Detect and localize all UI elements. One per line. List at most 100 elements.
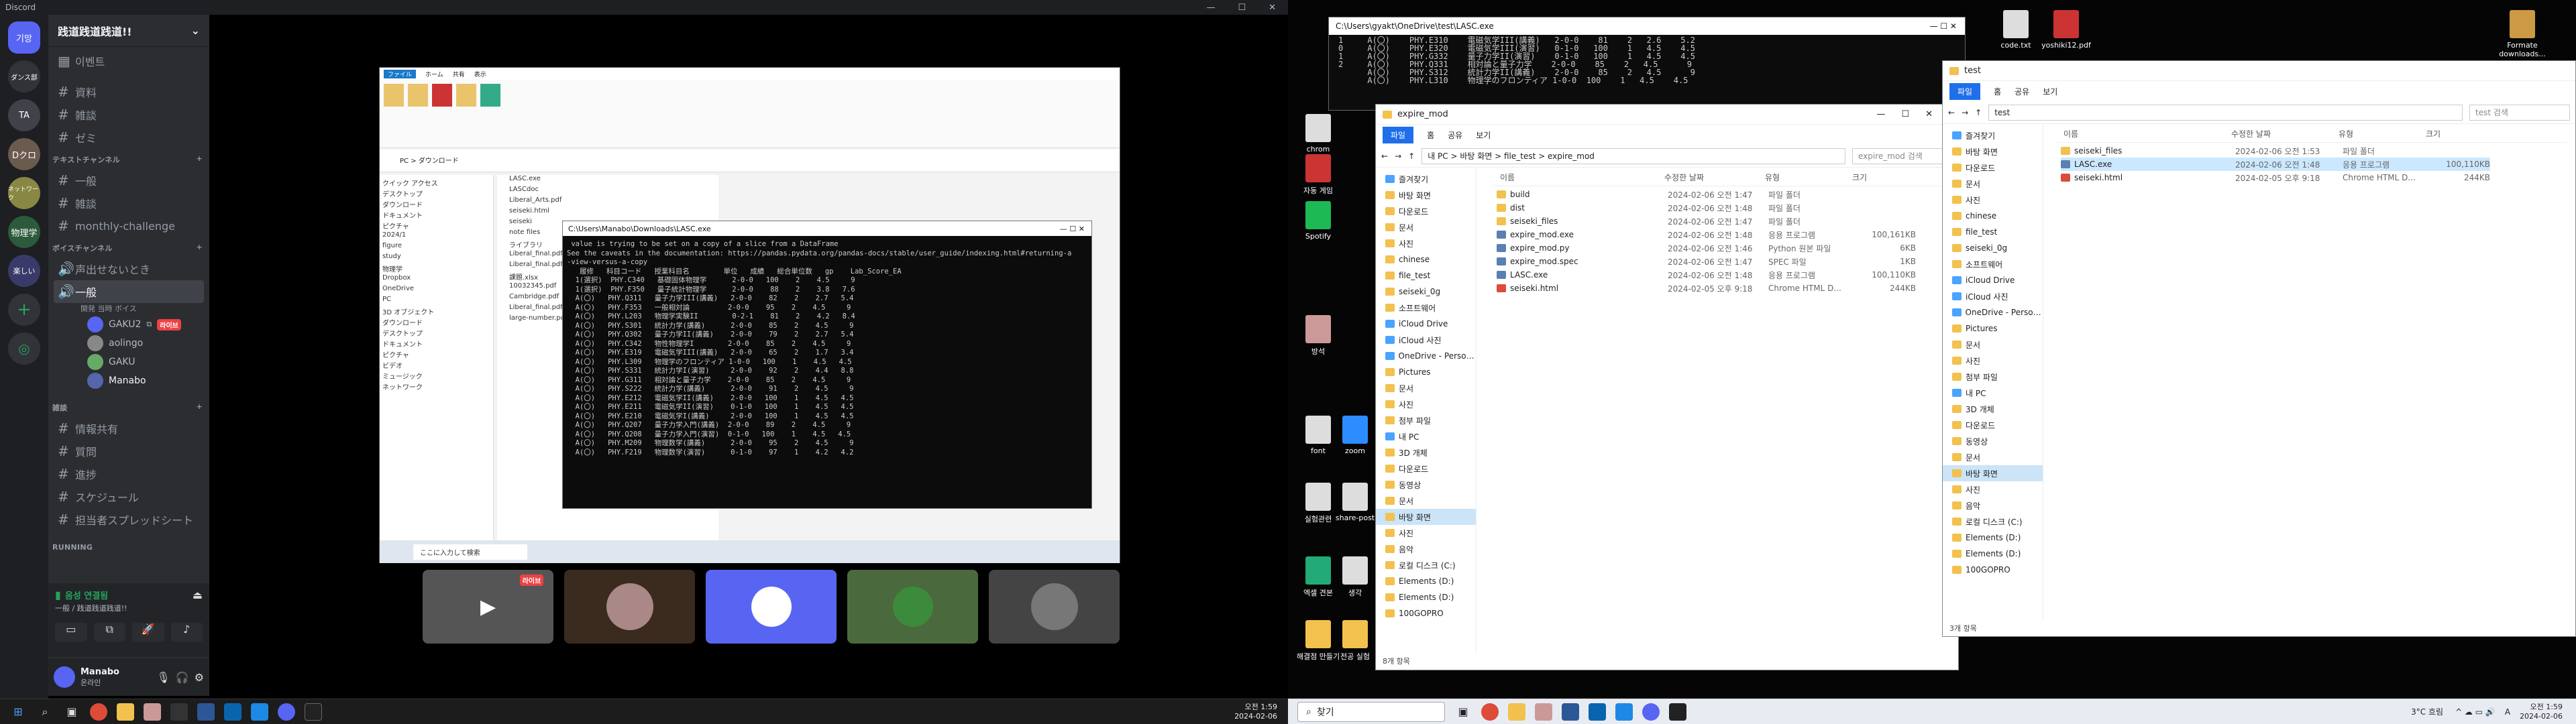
tree-item[interactable]: 2024/1 (382, 231, 490, 242)
nav-item[interactable]: 사진 (1943, 481, 2043, 497)
server-icon[interactable]: TA (8, 99, 40, 131)
maximize-icon[interactable]: ☐ (1238, 3, 1246, 13)
forward-icon[interactable]: → (1395, 152, 1401, 161)
nav-item[interactable]: iCloud Drive (1943, 272, 2043, 288)
nav-item[interactable]: 즐겨찾기 (1943, 127, 2043, 143)
nav-item[interactable]: 다운로드 (1376, 461, 1476, 477)
tree-item[interactable]: デスクトップ (382, 188, 490, 199)
channel-item[interactable]: # 資料 (48, 80, 209, 103)
console-window-right[interactable]: C:\Users\gyakt\OneDrive\test\LASC.exe — ☐… (1328, 17, 1966, 111)
server-icon[interactable]: ダンス部 (8, 60, 40, 93)
tree-item[interactable]: クイック アクセス (382, 178, 490, 188)
server-icon[interactable]: 物理学 (8, 216, 40, 248)
file-row[interactable]: LASC.exe 2024-02-06 오전 1:48 응용 프로그램 100,110… (1497, 268, 1916, 282)
ribbon-tab[interactable]: ファイル (384, 69, 417, 78)
windows-start-icon[interactable]: ⊞ (9, 703, 27, 721)
tray-icons[interactable]: ^ ☁ ▭ 🔊 (2455, 707, 2496, 717)
channel-item[interactable]: # 一般 (48, 169, 209, 192)
up-icon[interactable]: ↑ (1975, 108, 1982, 117)
up-icon[interactable]: ↑ (1408, 152, 1415, 161)
channel-item[interactable]: # 進捗 (48, 463, 209, 485)
app-icon[interactable] (144, 703, 161, 721)
voice-channel-active[interactable]: 🔊 一般 (54, 280, 204, 303)
file-row[interactable]: expire_mod.py 2024-02-06 오전 1:46 Python 원본… (1497, 241, 1916, 255)
file-row[interactable]: expire_mod.exe 2024-02-06 오전 1:48 응용 프로그램 1… (1497, 228, 1916, 241)
tree-item[interactable]: デスクトップ (382, 328, 490, 339)
task-view-icon[interactable]: ▣ (1454, 703, 1472, 721)
nav-item[interactable]: 100GOPRO (1943, 562, 2043, 578)
file-row[interactable]: seiseki.html 2024-02-05 오후 9:18 Chrome HTM… (1497, 282, 1916, 295)
participant-tile[interactable]: ▶ 라이브 (423, 570, 553, 644)
taskbar-search[interactable]: ⌕ 찾기 (1297, 701, 1445, 722)
add-server-icon[interactable]: + (8, 294, 40, 326)
nav-item[interactable]: 바탕 화면 (1376, 187, 1476, 203)
channel-item[interactable]: # 質問 (48, 440, 209, 463)
nav-item[interactable]: 바탕 화면 (1376, 509, 1476, 525)
nav-item[interactable]: 문서 (1376, 493, 1476, 509)
tree-item[interactable]: PC (382, 296, 490, 306)
soundboard-button[interactable]: ♪ (170, 623, 203, 642)
voice-user[interactable]: Manabo (48, 371, 209, 390)
server-icon[interactable]: 楽しい (8, 255, 40, 287)
nav-item[interactable]: Elements (D:) (1376, 589, 1476, 605)
microphone-icon[interactable]: 🎙 (156, 671, 170, 684)
nav-item[interactable]: seiseki_0g (1943, 240, 2043, 256)
tree-item[interactable]: ドキュメント (382, 210, 490, 221)
file-item[interactable]: Liberal_Arts.pdf (497, 196, 718, 207)
nav-item[interactable]: 소프트웨어 (1943, 256, 2043, 272)
desktop-icon[interactable]: 전공 실험 (1328, 620, 1382, 662)
screen-share-button[interactable]: ⧉ (93, 623, 125, 642)
col-name[interactable]: 이름 (1493, 172, 1664, 183)
nav-item[interactable]: 다운로드 (1376, 203, 1476, 219)
nav-item[interactable]: chinese (1376, 251, 1476, 267)
tree-item[interactable]: figure (382, 242, 490, 253)
nav-item[interactable]: 바탕 화면 (1943, 465, 2043, 481)
file-row[interactable]: LASC.exe 2024-02-06 오전 1:48 응용 프로그램 100,110… (2061, 158, 2490, 171)
file-item[interactable]: seiseki.html (497, 207, 718, 218)
category-voice[interactable]: ボイスチャンネル + (48, 237, 209, 257)
channel-item[interactable]: # 雑談 (48, 192, 209, 215)
vscode-icon[interactable] (251, 703, 268, 721)
desktop-icon[interactable]: zoom (1328, 416, 1382, 455)
search-input[interactable]: test 검색 (2469, 104, 2570, 121)
nav-item[interactable]: 사진 (1943, 353, 2043, 369)
desktop-icon[interactable]: 자동 게임 (1291, 154, 1345, 196)
desktop-icon[interactable]: chrom (1291, 114, 1345, 154)
desktop-icon[interactable]: share-post (1328, 483, 1382, 522)
channel-item[interactable]: # 雑談 (48, 103, 209, 126)
nav-item[interactable]: 문서 (1943, 176, 2043, 192)
participant-tile[interactable] (847, 570, 978, 644)
nav-item[interactable]: 다운로드 (1943, 417, 2043, 433)
ribbon-tab-file[interactable]: 파일 (1383, 126, 1414, 143)
discord-icon[interactable] (1642, 703, 1660, 721)
ribbon-tab-view[interactable]: 보기 (1476, 129, 1491, 141)
ribbon-tab-file[interactable]: 파일 (1949, 82, 1981, 100)
file-row[interactable]: expire_mod.spec 2024-02-06 오전 1:47 SPEC 파일… (1497, 255, 1916, 268)
headphones-icon[interactable]: 🎧 (176, 671, 189, 684)
folder-icon[interactable] (117, 703, 134, 721)
server-icon[interactable]: ネットワーク (8, 177, 40, 209)
col-date[interactable]: 수정한 날짜 (1664, 172, 1765, 183)
tree-item[interactable]: OneDrive (382, 285, 490, 296)
col-type[interactable]: 유형 (2339, 128, 2426, 139)
terminal-icon[interactable] (1669, 703, 1686, 721)
nav-item[interactable]: 사진 (1376, 525, 1476, 541)
input-language[interactable]: A (2505, 707, 2510, 717)
nav-item[interactable]: chinese (1943, 208, 2043, 224)
explorer-window-expire[interactable]: expire_mod —☐✕ 파일 홈 공유 보기 ← → ↑ 내 PC > 바탕 화… (1375, 104, 1959, 670)
nav-item[interactable]: 동영상 (1376, 477, 1476, 493)
nav-item[interactable]: 문서 (1943, 449, 2043, 465)
col-type[interactable]: 유형 (1765, 172, 1852, 183)
category-misc[interactable]: 雑談 + (48, 397, 209, 417)
clock[interactable]: 오전 1:59 2024-02-06 (1234, 703, 1277, 721)
file-item[interactable]: LASC.exe (497, 175, 718, 186)
participant-tile[interactable] (706, 570, 837, 644)
nav-item[interactable]: 사진 (1943, 192, 2043, 208)
ribbon-tab[interactable]: ホーム (425, 70, 443, 78)
explore-icon[interactable]: ◎ (8, 333, 40, 365)
tree-item[interactable]: ダウンロード (382, 199, 490, 210)
clock[interactable]: 오전 1:59 2024-02-06 (2520, 703, 2563, 721)
activity-button[interactable]: 🚀 (132, 623, 164, 642)
disconnect-icon[interactable]: ⏏ (193, 589, 203, 601)
col-date[interactable]: 수정한 날짜 (2231, 128, 2339, 139)
